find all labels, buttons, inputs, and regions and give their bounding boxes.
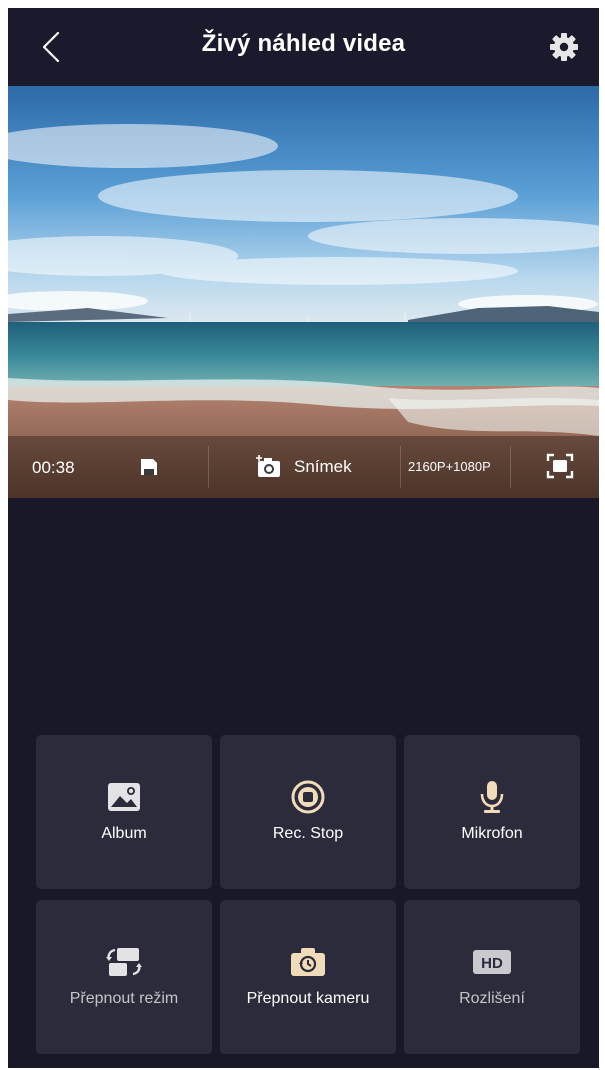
microphone-button[interactable]: Mikrofon [404, 735, 580, 889]
snapshot-button[interactable]: Snímek [256, 450, 352, 484]
switch-mode-label: Přepnout režim [69, 990, 179, 1007]
microphone-label: Mikrofon [461, 825, 523, 842]
divider [510, 446, 511, 488]
page-title: Živý náhled videa [201, 30, 406, 57]
switch-camera-label: Přepnout kameru [246, 990, 370, 1007]
fullscreen-icon[interactable] [546, 453, 574, 479]
resolution-button[interactable]: HD Rozlišení [404, 900, 580, 1054]
gear-icon[interactable] [549, 32, 579, 62]
divider [208, 446, 209, 488]
live-video-preview[interactable]: 00:38 Snímek 2160P+1080P [8, 86, 599, 498]
rec-stop-button[interactable]: Rec. Stop [220, 735, 396, 889]
microphone-icon [480, 781, 504, 813]
switch-camera-button[interactable]: Přepnout kameru [220, 900, 396, 1054]
rec-stop-label: Rec. Stop [272, 825, 344, 842]
app-screen: Živý náhled videa 00:38 Snímek 2160P+108… [8, 8, 599, 1068]
save-icon[interactable] [140, 458, 158, 476]
hd-icon: HD [473, 950, 511, 974]
camera-plus-icon [256, 455, 280, 477]
video-control-bar: 00:38 Snímek 2160P+1080P [8, 436, 599, 498]
recording-timer: 00:38 [32, 458, 75, 477]
resolution-indicator[interactable]: 2160P+1080P [408, 459, 491, 474]
switch-mode-button[interactable]: Přepnout režim [36, 900, 212, 1054]
album-button[interactable]: Album [36, 735, 212, 889]
switch-camera-icon [291, 948, 325, 976]
album-icon [108, 783, 140, 811]
album-label: Album [101, 825, 147, 842]
divider [400, 446, 401, 488]
header-bar: Živý náhled videa [8, 8, 599, 86]
record-stop-icon [291, 780, 325, 814]
svg-text:HD: HD [481, 955, 503, 972]
resolution-label: Rozlišení [459, 990, 525, 1007]
snapshot-label: Snímek [294, 457, 352, 476]
switch-mode-icon [106, 948, 142, 976]
